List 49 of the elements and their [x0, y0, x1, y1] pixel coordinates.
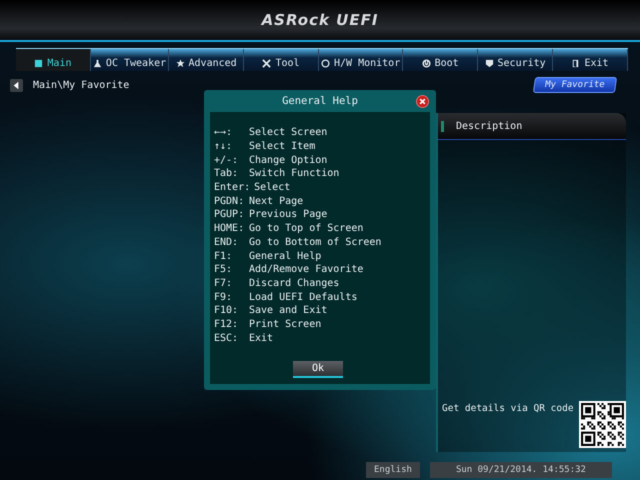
key-action: Go to Top of Screen — [249, 223, 364, 234]
key-label: ESC: — [214, 332, 240, 344]
key-action: Switch Function — [249, 168, 340, 180]
description-title: Description — [441, 120, 522, 132]
key-action: Save and Exit — [249, 305, 328, 316]
tab[interactable]: Advanced — [169, 49, 244, 71]
logo: ASRock UEFI — [262, 11, 378, 29]
key-label: ↑↓: — [214, 141, 234, 152]
my-favorite-button[interactable]: My Favorite — [533, 77, 618, 93]
key-action: Load UEFI Defaults — [249, 292, 358, 303]
key-label: F12: — [214, 318, 240, 330]
key-label: Tab: — [214, 168, 240, 180]
ok-button[interactable]: Ok — [293, 361, 343, 378]
tab[interactable]: Main — [16, 49, 91, 71]
key-action: Select Screen — [249, 127, 328, 138]
key-action: Previous Page — [249, 209, 328, 220]
key-action: General Help — [249, 250, 322, 262]
tab[interactable]: H/W Monitor — [318, 49, 404, 71]
key-action: Add/Remove Favorite — [249, 264, 364, 276]
key-label: F1: — [214, 250, 234, 262]
key-label: ←→: — [214, 127, 234, 138]
key-label: F5: — [214, 264, 234, 276]
key-label: F9: — [214, 292, 234, 303]
tab[interactable]: Boot — [403, 49, 478, 71]
tab[interactable]: Tool — [244, 49, 319, 71]
tab[interactable]: Exit — [553, 49, 628, 71]
language-selector[interactable]: English — [366, 462, 420, 478]
breadcrumb: Main\My Favorite — [33, 80, 130, 90]
tab[interactable]: OC Tweaker — [90, 49, 170, 71]
key-label: END: — [214, 236, 240, 248]
key-action: Discard Changes — [249, 278, 340, 289]
key-label: Enter: — [214, 182, 250, 194]
key-label: F10: — [214, 305, 240, 316]
dialog-title: General Help — [282, 95, 358, 107]
key-action: Go to Bottom of Screen — [249, 236, 382, 248]
key-label: PGUP: — [214, 209, 245, 220]
qr-caption: Get details via QR code — [442, 403, 574, 414]
key-action: Print Screen — [249, 318, 322, 330]
key-label: PGDN: — [214, 196, 245, 207]
key-action: Select Item — [249, 141, 316, 152]
key-action: Change Option — [249, 154, 328, 166]
key-action: Next Page — [249, 196, 304, 207]
key-label: +/-: — [214, 154, 240, 166]
tab[interactable]: Security — [478, 49, 554, 71]
key-label: F7: — [214, 278, 234, 289]
date-time: Sun 09/21/2014. 14:55:32 — [430, 462, 612, 478]
key-action: Exit — [249, 332, 274, 344]
key-label: HOME: — [214, 223, 245, 234]
key-action: Select — [254, 182, 290, 194]
